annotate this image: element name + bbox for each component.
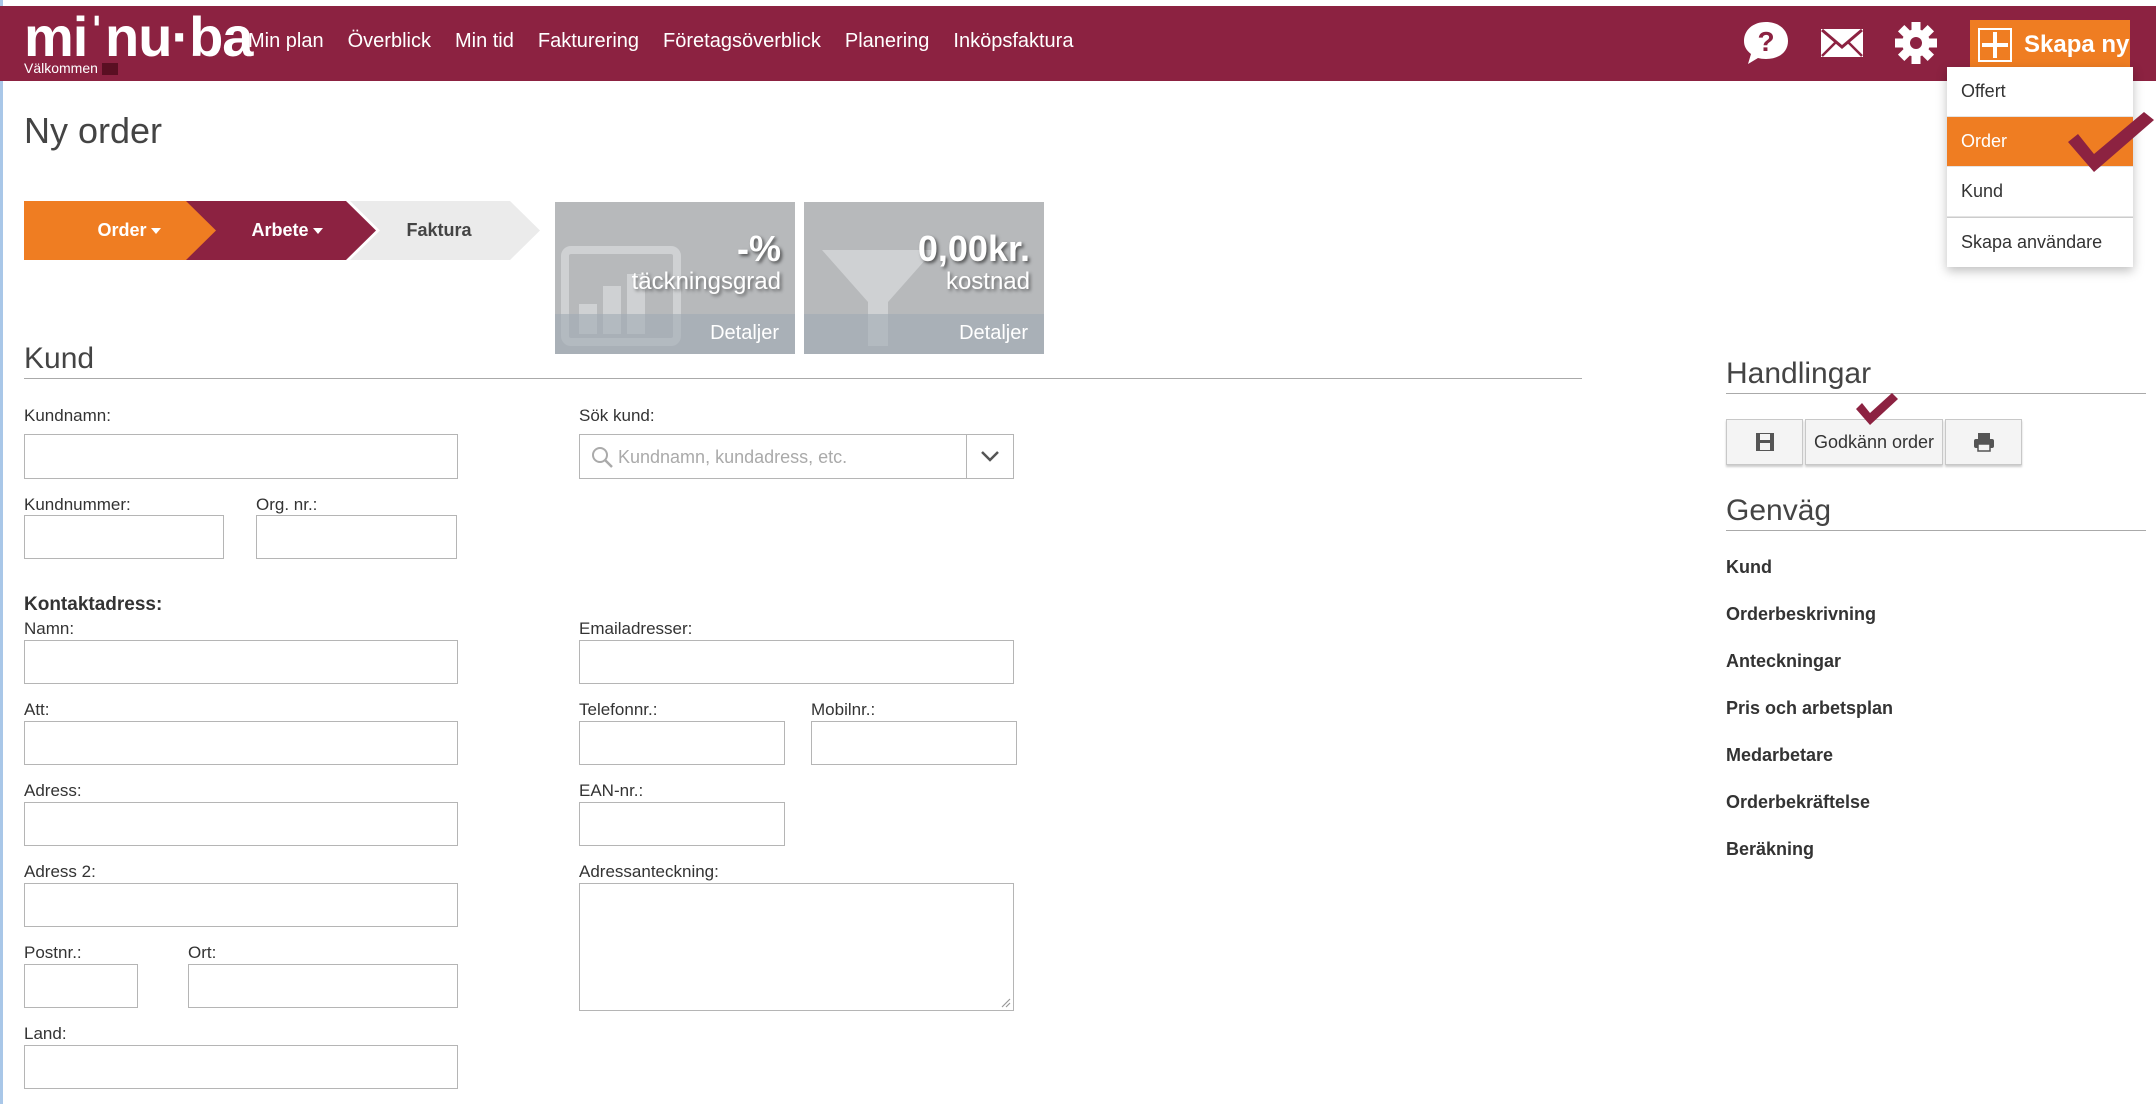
save-icon [1755,433,1774,451]
left-edge [0,0,3,1104]
search-customer-label: Sök kund: [579,406,655,425]
customer-number-input[interactable] [24,515,224,559]
search-dropdown-toggle[interactable] [966,435,1013,478]
coverage-details-link[interactable]: Detaljer [710,322,779,345]
postal-input[interactable] [24,964,138,1008]
address2-input[interactable] [24,883,458,927]
ean-input[interactable] [579,802,785,846]
gear-icon[interactable] [1892,20,1940,66]
cost-stat-card[interactable]: 0,00kr. kostnad Detaljer [804,202,1044,354]
contact-name-label: Namn: [24,619,75,638]
shortcut-orderbeskrivning[interactable]: Orderbeskrivning [1726,604,1876,625]
address-note-label: Adressanteckning: [579,862,719,881]
customer-name-label: Kundnamn: [24,406,111,425]
step-order-label: Order [97,220,147,240]
approve-order-label: Godkänn order [1813,431,1935,452]
emails-input[interactable] [579,640,1014,684]
address-label: Adress: [24,781,82,800]
city-input[interactable] [188,964,458,1008]
actions-title: Handlingar [1726,357,1872,390]
customer-section-rule [24,378,1582,379]
shortcut-kund[interactable]: Kund [1726,557,1772,578]
postal-label: Postnr.: [24,943,82,962]
help-icon[interactable]: ? [1742,20,1790,66]
menu-item-skapa-anvandare[interactable]: Skapa användare [1947,218,2133,267]
svg-text:?: ? [1757,26,1774,57]
shortcut-anteckningar[interactable]: Anteckningar [1726,651,1841,672]
main-nav: Min plan Överblick Min tid Fakturering F… [248,30,1097,53]
customer-name-input[interactable] [24,434,458,479]
emails-label: Emailadresser: [579,619,693,638]
nav-min-plan[interactable]: Min plan [248,30,324,53]
coverage-details-bar: Detaljer [555,314,795,354]
shortcuts-title: Genväg [1726,494,1832,527]
checkmark-annotation [2064,112,2156,183]
search-icon [592,447,613,468]
shortcut-berakning[interactable]: Beräkning [1726,839,1814,860]
checkmark-annotation [1854,393,1900,432]
caret-down-icon [312,228,323,235]
nav-fakturering[interactable]: Fakturering [538,30,639,53]
att-label: Att: [24,700,50,719]
resize-handle-icon[interactable] [999,996,1011,1008]
nav-min-tid[interactable]: Min tid [455,30,514,53]
welcome-label: Välkommen [24,60,98,76]
address2-label: Adress 2: [24,862,96,881]
caret-down-icon [150,228,161,235]
nav-foretagsoverblick[interactable]: Företagsöverblick [663,30,821,53]
country-input[interactable] [24,1045,458,1089]
step-faktura-label: Faktura [406,220,472,240]
create-new-label: Skapa ny [2024,31,2130,58]
coverage-label: täckningsgrad [631,268,781,295]
plus-icon [1978,28,2012,62]
create-new-button[interactable]: Skapa ny [1970,20,2130,70]
address-input[interactable] [24,802,458,846]
print-icon [1973,433,1994,452]
shortcut-medarbetare[interactable]: Medarbetare [1726,745,1833,766]
shortcut-pris-och-arbetsplan[interactable]: Pris och arbetsplan [1726,698,1893,719]
nav-inkopsfaktura[interactable]: Inköpsfaktura [953,30,1073,53]
contact-address-heading: Kontaktadress: [24,594,163,615]
coverage-value: -% [737,228,781,269]
search-customer-input[interactable]: Kundnamn, kundadress, etc. [579,434,1014,479]
city-label: Ort: [188,943,217,962]
search-placeholder: Kundnamn, kundadress, etc. [618,447,848,467]
welcome-text: Välkommen [24,60,118,76]
cost-value: 0,00kr. [917,228,1030,269]
contact-name-input[interactable] [24,640,458,684]
step-order[interactable]: Order [24,201,248,260]
print-button[interactable] [1945,419,2022,465]
mobile-label: Mobilnr.: [811,700,876,719]
coverage-stat-card[interactable]: -% täckningsgrad Detaljer [555,202,795,354]
att-input[interactable] [24,721,458,765]
shortcut-orderbekraftelse[interactable]: Orderbekräftelse [1726,792,1870,813]
chevron-down-icon [981,451,999,462]
phone-input[interactable] [579,721,785,765]
customer-number-label: Kundnummer: [24,495,131,514]
user-badge [101,63,118,76]
customer-section-title: Kund [24,342,95,375]
step-arbete-label: Arbete [251,220,309,240]
cost-label: kostnad [945,268,1030,295]
cost-details-link[interactable]: Detaljer [959,322,1028,345]
save-button[interactable] [1726,419,1803,465]
phone-label: Telefonnr.: [579,700,658,719]
country-label: Land: [24,1024,67,1043]
step-faktura[interactable]: Faktura [350,201,540,260]
logo[interactable]: miˈnu·ba [24,6,253,68]
org-number-label: Org. nr.: [256,495,318,514]
mobile-input[interactable] [811,721,1017,765]
ean-label: EAN-nr.: [579,781,644,800]
shortcuts-rule [1726,530,2146,531]
step-arbete[interactable]: Arbete [186,201,376,260]
mail-icon[interactable] [1818,20,1866,66]
menu-item-offert[interactable]: Offert [1947,67,2133,117]
actions-rule [1726,393,2146,394]
address-note-textarea[interactable] [579,883,1014,1011]
cost-details-bar: Detaljer [804,314,1044,354]
nav-overblick[interactable]: Överblick [348,30,431,53]
page-title: Ny order [24,110,163,151]
nav-planering[interactable]: Planering [845,30,930,53]
org-number-input[interactable] [256,515,457,559]
